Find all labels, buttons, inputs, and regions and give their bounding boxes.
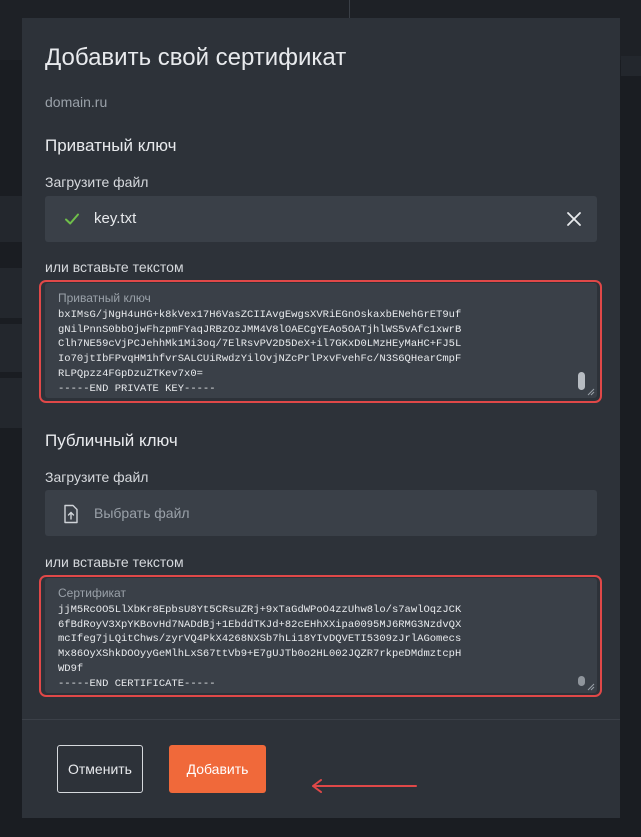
upload-file-icon [64,504,78,524]
private-key-upload-label: Загрузите файл [45,174,149,190]
certificate-textarea-placeholder: Сертификат [58,586,126,600]
public-key-section-title: Публичный ключ [45,431,178,450]
background-row [0,324,22,372]
uploaded-file-name: key.txt [94,210,137,227]
background-row [0,196,22,242]
private-key-textarea-value: bxIMsG/jNgH4uHG+k8kVex17H6VasZCIIAvgEwgs… [58,309,462,395]
modal-title: Добавить свой сертификат [45,44,347,71]
add-button[interactable]: Добавить [169,745,266,793]
cancel-button[interactable]: Отменить [57,745,143,793]
choose-file-button[interactable]: Выбрать файл [94,505,190,521]
private-key-paste-label: или вставьте текстом [45,259,184,275]
arrow-left-icon [312,779,417,793]
topbar-divider [349,0,350,18]
add-certificate-modal: Добавить свой сертификат domain.ru Прива… [22,18,620,818]
private-key-textarea[interactable]: Приватный ключ bxIMsG/jNgH4uHG+k8kVex17H… [45,283,597,398]
public-key-upload-label: Загрузите файл [45,469,149,485]
certificate-textarea[interactable]: Сертификат jjM5RcOO5LlXbKr8EpbsU8Yt5CRsu… [45,578,597,693]
footer-divider [22,719,620,720]
domain-name: domain.ru [45,94,108,110]
private-key-textarea-placeholder: Приватный ключ [58,291,151,305]
scrollbar-thumb[interactable] [578,372,585,390]
resize-grip-icon[interactable] [587,683,595,691]
background-scroll-hint [621,56,641,76]
background-row [0,378,22,428]
certificate-textarea-value: jjM5RcOO5LlXbKr8EpbsU8Yt5CRsuZRj+9xTaGdW… [58,604,462,690]
background-row [0,268,22,318]
resize-grip-icon[interactable] [587,388,595,396]
close-icon[interactable] [565,210,583,228]
private-key-section-title: Приватный ключ [45,136,177,155]
public-key-file-field[interactable]: Выбрать файл [45,490,597,536]
scrollbar-thumb[interactable] [578,676,585,686]
private-key-file-field[interactable]: key.txt [45,196,597,242]
check-icon [65,213,79,225]
public-key-paste-label: или вставьте текстом [45,554,184,570]
